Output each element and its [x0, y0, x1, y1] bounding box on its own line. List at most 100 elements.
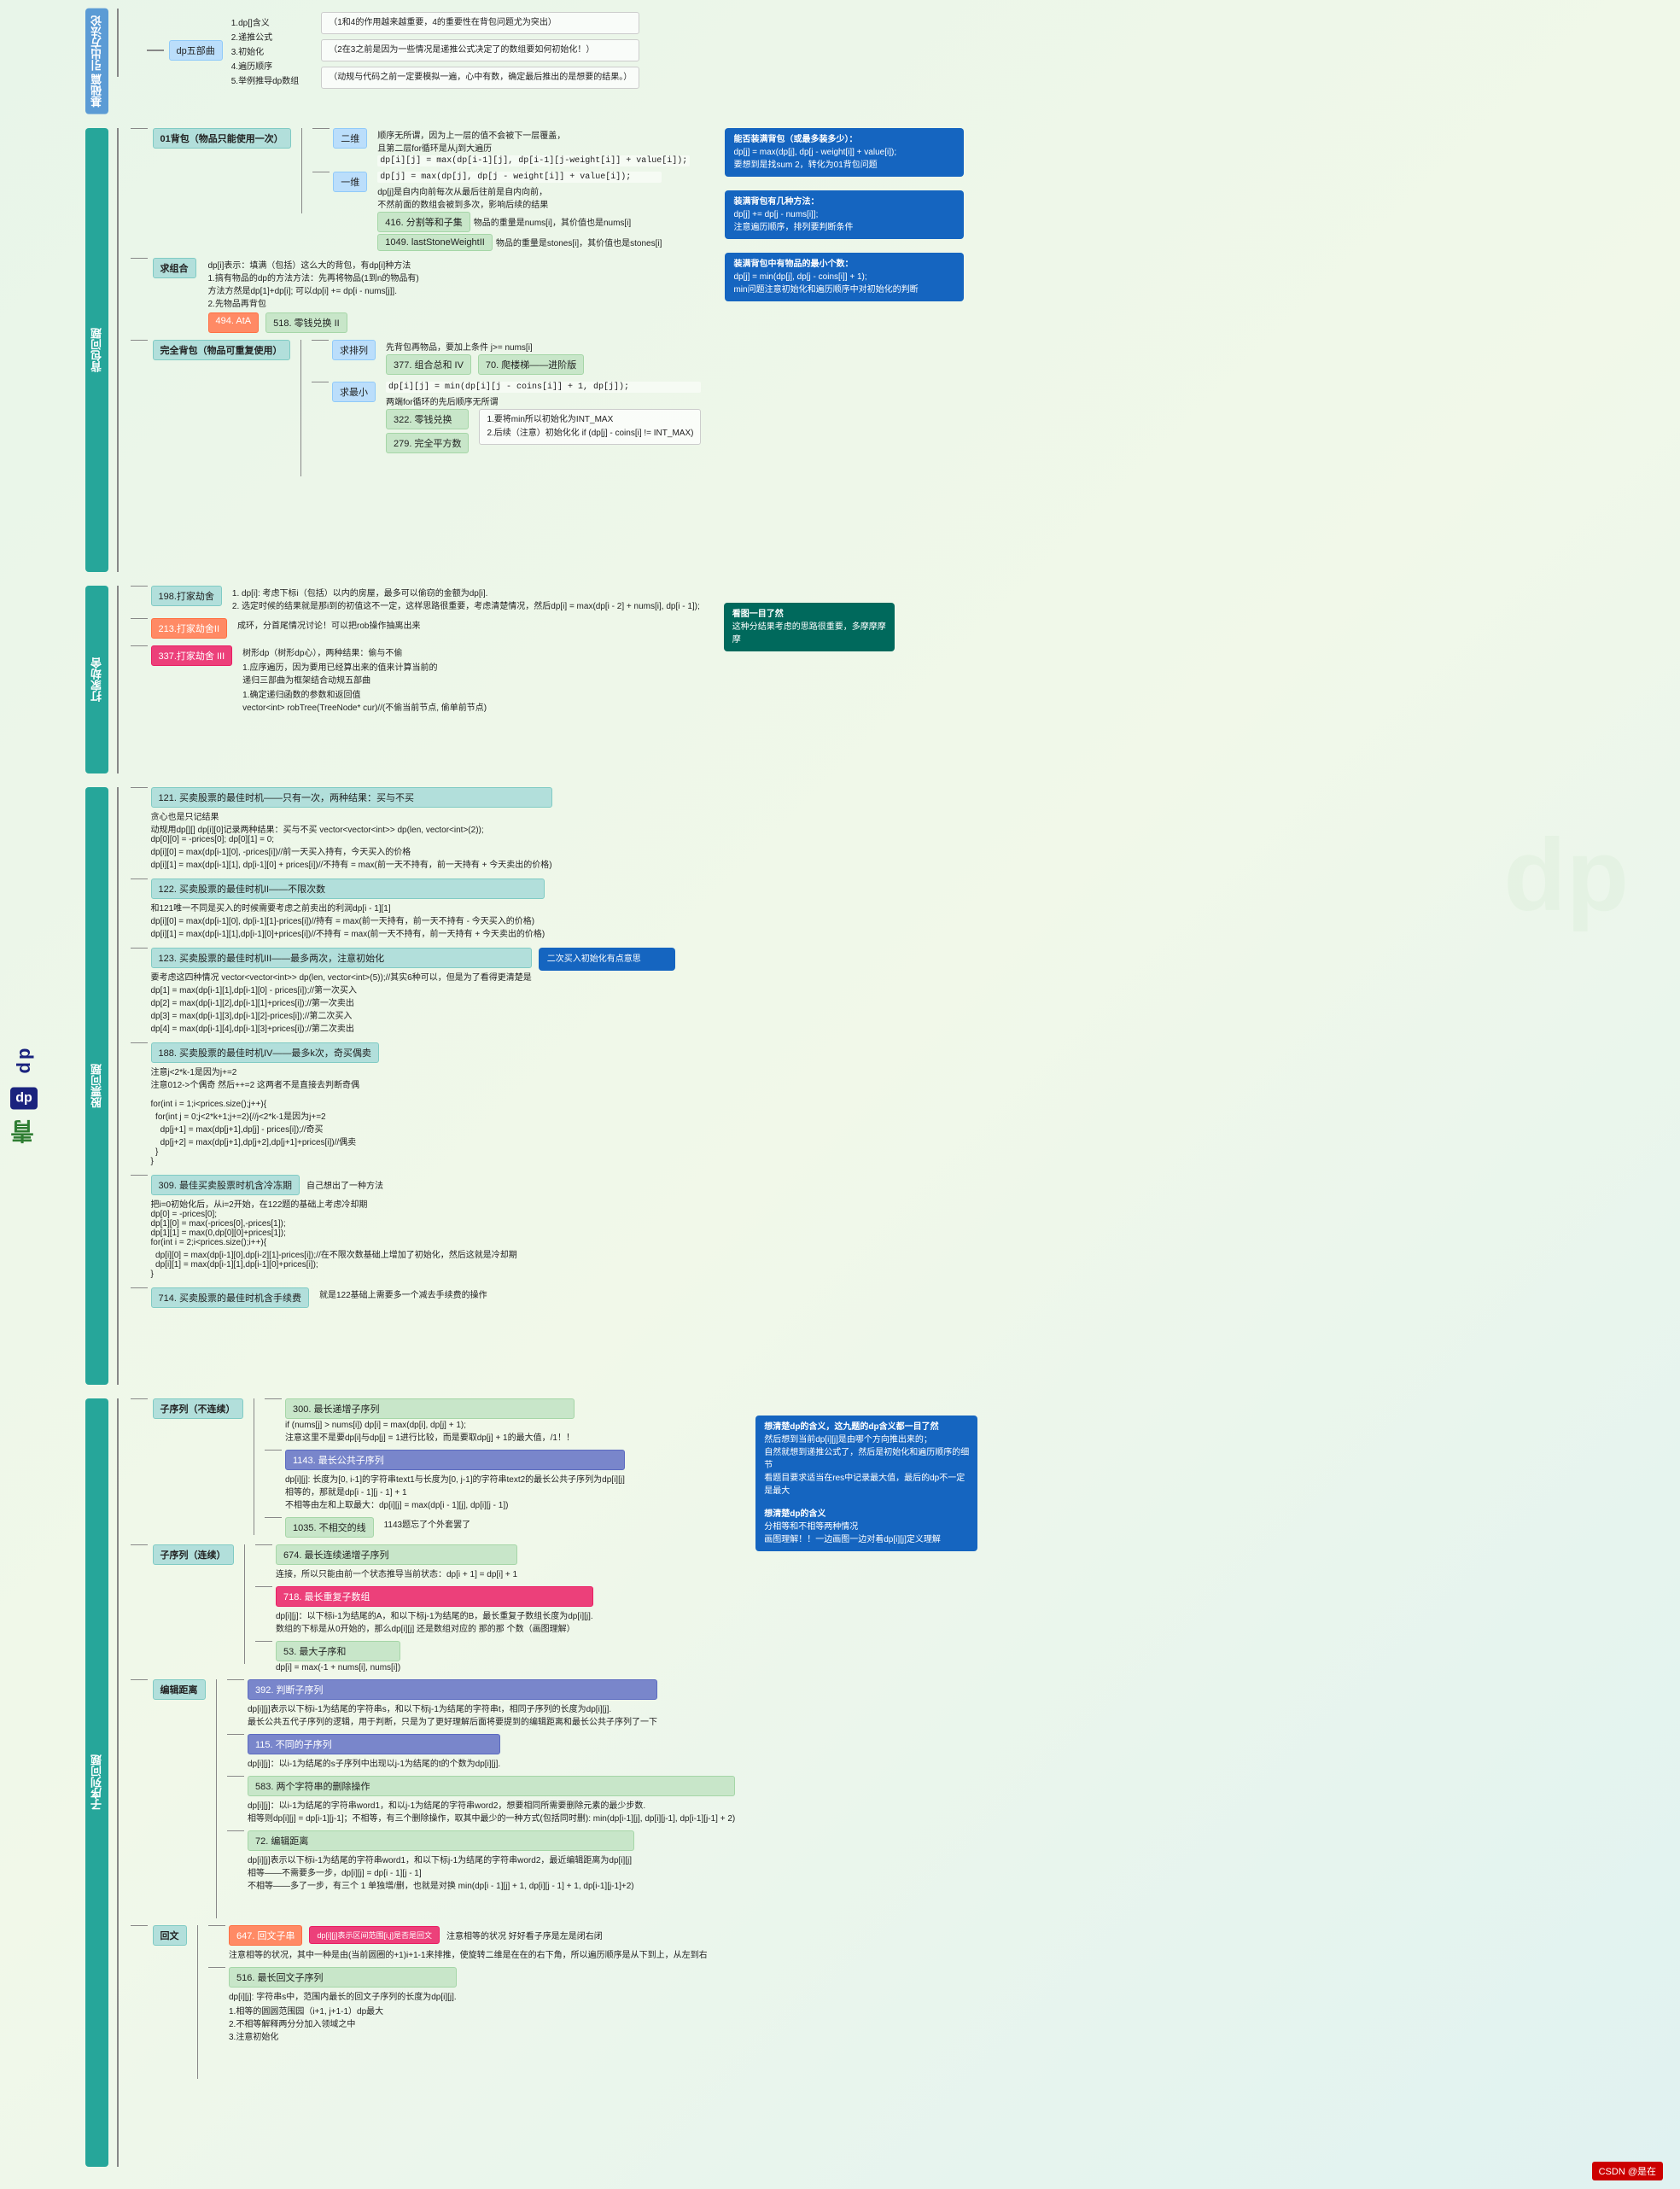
node-72: 72. 编辑距离 [248, 1830, 634, 1851]
vl-gupiao [117, 787, 119, 1385]
node-dp5: dp五部曲 [169, 40, 223, 61]
text-647: 注意相等的状况，其中一种是由(当前圆圈的+1)i+1-1来排推，使旋转二维是在在… [229, 1947, 708, 1960]
hb4 [131, 340, 148, 341]
hb188 [131, 1042, 148, 1044]
desc-416: 物品的重量是nums[i]，其价值也是nums[i] [474, 215, 631, 228]
1d-formula: dp[j] = max(dp[j], dp[j - weight[i]] + v… [377, 172, 662, 183]
zuixiao-formula: dp[i][j] = min(dp[i][j - coins[i]] + 1, … [386, 382, 701, 393]
annot-dg-text: 这种分结果考虑的思路很重要，多摩摩摩摩 [732, 621, 886, 646]
node-494: 494. AtA [208, 312, 260, 333]
wanquanbeibao-row: 完全背包（物品可重复使用） 求排列 先背包再物品，要加上条件 j>= nums[… [131, 340, 702, 476]
node-300: 300. 最长递增子序列 [285, 1398, 575, 1419]
hb-198 [131, 586, 148, 587]
node-pailierow: 求排列 [332, 340, 376, 360]
hb674 [255, 1544, 272, 1546]
annot-b2-title: 装满背包有几种方法： [733, 196, 955, 208]
node-lianjie: 子序列（连续） [153, 1544, 234, 1565]
c300: 300. 最长递增子序列 if (nums[j] > nums[i]) dp[i… [285, 1398, 575, 1443]
bianji-section: 编辑距离 392. 判断子序列 dp[i][j]表示以下标i-1为结尾的字符串s… [131, 1679, 736, 1918]
text-583: dp[i][j]：以i-1为结尾的字符串word1，和以j-1为结尾的字符串wo… [248, 1798, 735, 1824]
node-1035: 1035. 不相交的线 [285, 1517, 374, 1538]
text-309: 把i=0初始化后，从i=2开始，在122题的基础上考虑冷却期dp[0] = -p… [151, 1197, 517, 1279]
node-1049: 1049. lastStoneWeightII [377, 234, 493, 251]
row-188: 188. 买卖股票的最佳时机IV——最多k次，奇买偶卖 注意j<2*k-1是因为… [131, 1042, 675, 1166]
row-583: 583. 两个字符串的删除操作 dp[i][j]：以i-1为结尾的字符串word… [227, 1776, 735, 1824]
node-bianji: 编辑距离 [153, 1679, 206, 1700]
annot-zw-l4: 分相等和不相等两种情况 [764, 1521, 969, 1533]
h-br [131, 128, 148, 130]
gupiao-content: 121. 买卖股票的最佳时机——只有一次，两种结果：买与不买 贪心也是只记结果动… [131, 787, 675, 1308]
node-518: 518. 零钱兑换 II [265, 312, 347, 333]
row-337: 337.打家劫舍 III 树形dp（树形dp心），两种结果：偷与不偷 1.应序遍… [131, 645, 700, 713]
content-123: 123. 买卖股票的最佳时机III——最多两次，注意初始化 要考虑这四种情况 v… [151, 948, 675, 1034]
node-714: 714. 买卖股票的最佳时机含手续费 [151, 1287, 309, 1308]
vl-bl [254, 1398, 255, 1535]
row-392: 392. 判断子序列 dp[i][j]表示以下标i-1为结尾的字符串s，和以下标… [227, 1679, 735, 1727]
hb-bj [131, 1679, 148, 1681]
hb309 [131, 1175, 148, 1176]
node-392: 392. 判断子序列 [248, 1679, 657, 1700]
hb-hw [131, 1925, 148, 1927]
node-674: 674. 最长连续递增子序列 [276, 1544, 517, 1565]
dp-vertical-label: dp [13, 1045, 35, 1073]
pailierow: 求排列 先背包再物品，要加上条件 j>= nums[i] 377. 组合总和 I… [312, 340, 701, 375]
hb516 [208, 1967, 225, 1969]
node-718: 718. 最长重复子数组 [276, 1586, 593, 1607]
tree-type: 树形dp（树形dp心），两种结果：偷与不偷 [242, 645, 487, 658]
node-337: 337.打家劫舍 III [151, 645, 233, 666]
row-516: 516. 最长回文子序列 dp[i][j]: 字符串s中，范围内最长的回文子序列… [208, 1967, 708, 2042]
annot-zw-sub: 想清楚dp的含义 [764, 1508, 969, 1521]
node-122: 122. 买卖股票的最佳时机II——不限次数 [151, 879, 545, 899]
text-121: 贪心也是只记结果动规用dp[][] dp[i][0]记录两种结果：买与不买 ve… [151, 809, 552, 870]
row-122: 122. 买卖股票的最佳时机II——不限次数 和121唯一不同是买入的时候需要考… [131, 879, 675, 939]
node-1d: 一维 [333, 172, 367, 192]
node-115: 115. 不同的子序列 [248, 1734, 500, 1754]
annot-b3-title: 装满背包中有物品的最小个数： [733, 258, 955, 271]
node-279: 279. 完全平方数 [386, 433, 469, 453]
c647: 647. 回文子串 dp[i][j]表示区间范围[i,j]是否是回文 注意相等的… [229, 1925, 708, 1960]
annot-b3-l2: min问题注意初始化和遍历顺序中对初始化的判断 [733, 283, 955, 296]
dp-box: dp [10, 1087, 38, 1109]
cat-ziweilie: 子序列问题 [85, 1398, 108, 2167]
pailie-probs: 377. 组合总和 IV 70. 爬楼梯——进阶版 [386, 354, 584, 375]
node-bulianjie: 子序列（不连续） [153, 1398, 243, 1419]
text-337b: 1.确定递归函数的参数和返回值vector<int> robTree(TreeN… [242, 687, 487, 713]
node-213: 213.打家劫舍II [151, 618, 228, 639]
text-674: 连接，所以只能由前一个状态推导当前状态：dp[i + 1] = dp[i] + … [276, 1567, 517, 1579]
node-70: 70. 爬楼梯——进阶版 [478, 354, 584, 375]
content-188: 188. 买卖股票的最佳时机IV——最多k次，奇买偶卖 注意j<2*k-1是因为… [151, 1042, 379, 1166]
huiwen-content: 647. 回文子串 dp[i][j]表示区间范围[i,j]是否是回文 注意相等的… [208, 1925, 708, 2042]
row-121: 121. 买卖股票的最佳时机——只有一次，两种结果：买与不买 贪心也是只记结果动… [131, 787, 675, 870]
1d-row: 一维 dp[j] = max(dp[j], dp[j - weight[i]] … [312, 172, 690, 251]
row-72: 72. 编辑距离 dp[i][j]表示以下标i-1为结尾的字符串word1，和以… [227, 1830, 735, 1891]
zuixiao-content: dp[i][j] = min(dp[i][j - coins[i]] + 1, … [386, 382, 701, 453]
cat-jichulun: 基础篇 引出方法论 [85, 9, 108, 114]
hb2 [312, 172, 330, 173]
hb [312, 128, 330, 130]
node-188: 188. 买卖股票的最佳时机IV——最多k次，奇买偶卖 [151, 1042, 379, 1063]
lianjie-content: 674. 最长连续递增子序列 连接，所以只能由前一个状态推导当前状态：dp[i … [255, 1544, 593, 1672]
2d-note: 顺序无所谓，因为上一层的值不会被下一层覆盖，且第二层for循环是从j到大遍历 [377, 128, 690, 154]
hb-lj [131, 1544, 148, 1546]
jichulun-notes: （1和4的作用越来越重要，4的重要性在背包问题尤为突出） （2在3之前是因为一些… [321, 12, 639, 89]
zuixiao-initnote: 1.要将min所以初始化为INT_MAX2.后续（注意）初始化化 if (dp[… [479, 409, 701, 445]
node-123: 123. 买卖股票的最佳时机III——最多两次，注意初始化 [151, 948, 532, 968]
text-122: 和121唯一不同是买入的时候需要考虑之前卖出的利润dp[i - 1][1]dp[… [151, 901, 545, 939]
1d-problems: 416. 分割等和子集 物品的重量是nums[i]，其价值也是nums[i] [377, 212, 662, 232]
note1: （1和4的作用越来越重要，4的重要性在背包问题尤为突出） [321, 12, 639, 34]
v-line-beibao [117, 128, 119, 572]
node-121: 121. 买卖股票的最佳时机——只有一次，两种结果：买与不买 [151, 787, 552, 808]
main-123: 123. 买卖股票的最佳时机III——最多两次，注意初始化 要考虑这四种情况 v… [151, 948, 532, 1034]
hb-bl [131, 1398, 148, 1400]
vl3 [300, 340, 302, 476]
516-n2: 2.不相等解释两分分加入领域之中 [229, 2017, 457, 2029]
text-714: 就是122基础上需要多一个减去手续费的操作 [319, 1287, 487, 1300]
row-300: 300. 最长递增子序列 if (nums[j] > nums[i]) dp[i… [265, 1398, 625, 1443]
node-322: 322. 零钱兑换 [386, 409, 469, 429]
subnotes-516: 1.相等的圆圆范围园（i+1, j+1-1）dp最大 2.不相等解释两分分加入领… [229, 2004, 457, 2042]
hb-213 [131, 618, 148, 620]
annot-b1-l1: dp[j] = max(dp[j], dp[j - weight[i]] + v… [733, 146, 955, 159]
zuixiao-probs-notes: 322. 零钱兑换 279. 完全平方数 1.要将min所以初始化为INT_MA… [386, 409, 701, 453]
section-ziweilie: 子序列问题 子序列（不连续） [85, 1398, 1663, 2167]
hb123 [131, 948, 148, 949]
